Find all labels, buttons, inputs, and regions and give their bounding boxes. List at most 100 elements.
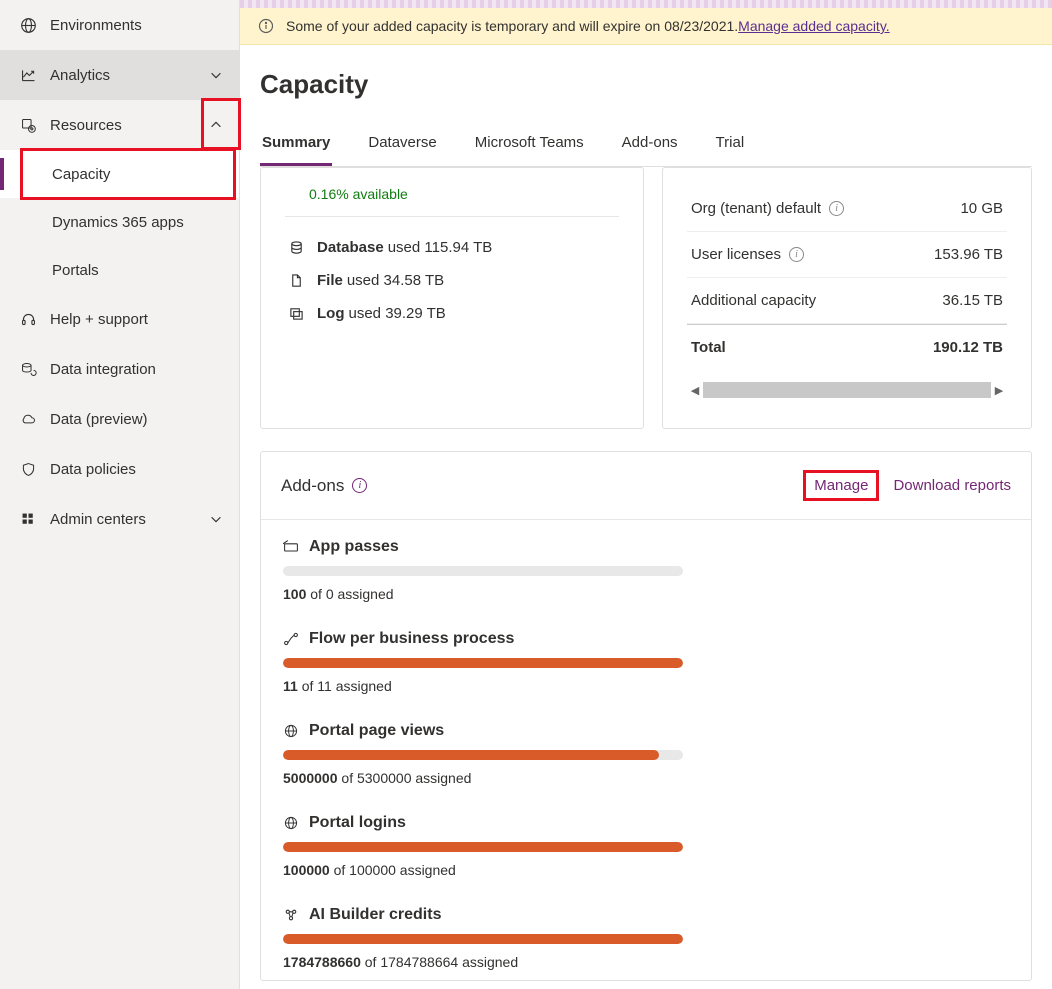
usage-value: 115.94 TB	[424, 239, 492, 256]
flow-icon	[283, 631, 299, 647]
chevron-down-icon	[209, 512, 223, 526]
main: Some of your added capacity is temporary…	[240, 0, 1052, 989]
info-icon[interactable]: i	[789, 247, 804, 262]
sidebar-item-data-integration[interactable]: Data integration	[0, 344, 239, 394]
usage-value: 34.58 TB	[384, 272, 445, 289]
storage-summary-card: 0.16% available Database used 115.94 TB	[260, 167, 644, 429]
chevron-up-icon	[209, 118, 223, 132]
sidebar-item-label: Resources	[50, 117, 122, 134]
sidebar-item-resources[interactable]: Resources	[0, 100, 239, 150]
tab-add-ons[interactable]: Add-ons	[620, 134, 680, 166]
addon-subtext: 1784788660 of 1784788664 assigned	[283, 954, 1009, 970]
tab-trial[interactable]: Trial	[714, 134, 747, 166]
addon-item: Flow per business process 11 of 11 assign…	[261, 612, 1031, 704]
sidebar-sub-portals[interactable]: Portals	[0, 246, 239, 294]
sidebar-item-analytics[interactable]: Analytics	[0, 50, 239, 100]
source-row: User licenses i 153.96 TB	[687, 232, 1007, 278]
addon-progress-bar	[283, 842, 683, 852]
notice-banner: Some of your added capacity is temporary…	[240, 8, 1052, 45]
source-value: 153.96 TB	[934, 246, 1003, 263]
file-icon	[285, 273, 307, 288]
source-value: 10 GB	[960, 200, 1003, 217]
addon-item: App passes 100 of 0 assigned	[261, 520, 1031, 612]
sidebar-item-environments[interactable]: Environments	[0, 0, 239, 50]
available-pct: 0.16% available	[309, 186, 619, 202]
chart-line-icon	[16, 67, 40, 84]
sidebar-sub-label: Dynamics 365 apps	[52, 214, 184, 231]
cloud-data-icon	[16, 411, 40, 428]
info-icon	[258, 18, 274, 34]
addon-title-text: AI Builder credits	[309, 906, 441, 924]
sidebar-item-label: Data policies	[50, 461, 136, 478]
resources-icon	[16, 117, 40, 134]
tab-summary[interactable]: Summary	[260, 134, 332, 166]
info-icon[interactable]: i	[352, 478, 367, 493]
addon-title-text: App passes	[309, 538, 399, 556]
sidebar-item-label: Analytics	[50, 67, 110, 84]
sidebar-sub-dynamics[interactable]: Dynamics 365 apps	[0, 198, 239, 246]
sidebar-item-label: Environments	[50, 17, 142, 34]
log-icon	[285, 306, 307, 321]
globe-grid-icon	[16, 17, 40, 34]
headset-icon	[16, 311, 40, 328]
source-label: User licenses	[691, 246, 781, 263]
page-title: Capacity	[260, 69, 1032, 100]
apps-icon	[16, 511, 40, 528]
sidebar-item-label: Data integration	[50, 361, 156, 378]
notice-text: Some of your added capacity is temporary…	[286, 18, 738, 34]
sidebar-item-label: Admin centers	[50, 511, 146, 528]
usage-name: Log	[317, 305, 345, 322]
sidebar-item-label: Data (preview)	[50, 411, 148, 428]
addon-progress-bar	[283, 750, 683, 760]
top-accent-bar	[240, 0, 1052, 8]
database-sync-icon	[16, 361, 40, 378]
addon-progress-bar	[283, 934, 683, 944]
addons-title: Add-ons	[281, 476, 344, 496]
scroll-track[interactable]	[703, 382, 991, 398]
sidebar-sub-label: Capacity	[52, 166, 110, 183]
addon-title-text: Portal logins	[309, 814, 406, 832]
addon-subtext: 11 of 11 assigned	[283, 678, 1009, 694]
usage-name: File	[317, 272, 343, 289]
download-reports-link[interactable]: Download reports	[893, 477, 1011, 494]
manage-link[interactable]: Manage	[803, 470, 879, 501]
tab-dataverse[interactable]: Dataverse	[366, 134, 438, 166]
sidebar-item-help-support[interactable]: Help + support	[0, 294, 239, 344]
source-label: Additional capacity	[691, 292, 816, 309]
addon-item: Portal logins100000 of 100000 assigned	[261, 796, 1031, 888]
sidebar-sub-capacity[interactable]: Capacity	[0, 150, 239, 198]
sidebar-item-admin-centers[interactable]: Admin centers	[0, 494, 239, 544]
usage-line-database: Database used 115.94 TB	[285, 239, 619, 256]
addon-title-text: Portal page views	[309, 722, 444, 740]
addon-subtext: 100 of 0 assigned	[283, 586, 1009, 602]
usage-verb: used	[388, 239, 421, 256]
usage-line-file: File used 34.58 TB	[285, 272, 619, 289]
shield-icon	[16, 461, 40, 478]
horizontal-scrollbar[interactable]: ◀ ▶	[687, 380, 1007, 400]
addon-item: AI Builder credits 1784788660 of 17847886…	[261, 888, 1031, 980]
notice-link[interactable]: Manage added capacity.	[738, 18, 890, 34]
sidebar-item-data-preview[interactable]: Data (preview)	[0, 394, 239, 444]
source-value: 190.12 TB	[933, 339, 1003, 356]
ai-icon	[283, 907, 299, 923]
sidebar: Environments Analytics Resources Capacit…	[0, 0, 240, 989]
source-row-total: Total 190.12 TB	[687, 324, 1007, 370]
scroll-left-icon[interactable]: ◀	[687, 384, 703, 397]
usage-verb: used	[349, 305, 382, 322]
source-label: Org (tenant) default	[691, 200, 821, 217]
tab-microsoft-teams[interactable]: Microsoft Teams	[473, 134, 586, 166]
sidebar-sub-label: Portals	[52, 262, 99, 279]
capacity-sources-card: Org (tenant) default i 10 GB User licens…	[662, 167, 1032, 429]
info-icon[interactable]: i	[829, 201, 844, 216]
source-label: Total	[691, 339, 726, 356]
source-value: 36.15 TB	[942, 292, 1003, 309]
tab-bar: Summary Dataverse Microsoft Teams Add-on…	[260, 134, 1032, 167]
addon-title-text: Flow per business process	[309, 630, 514, 648]
addon-progress-bar	[283, 566, 683, 576]
globe-icon	[283, 815, 299, 831]
sidebar-item-data-policies[interactable]: Data policies	[0, 444, 239, 494]
scroll-right-icon[interactable]: ▶	[991, 384, 1007, 397]
usage-value: 39.29 TB	[385, 305, 446, 322]
chevron-down-icon	[209, 68, 223, 82]
sidebar-item-label: Help + support	[50, 311, 148, 328]
